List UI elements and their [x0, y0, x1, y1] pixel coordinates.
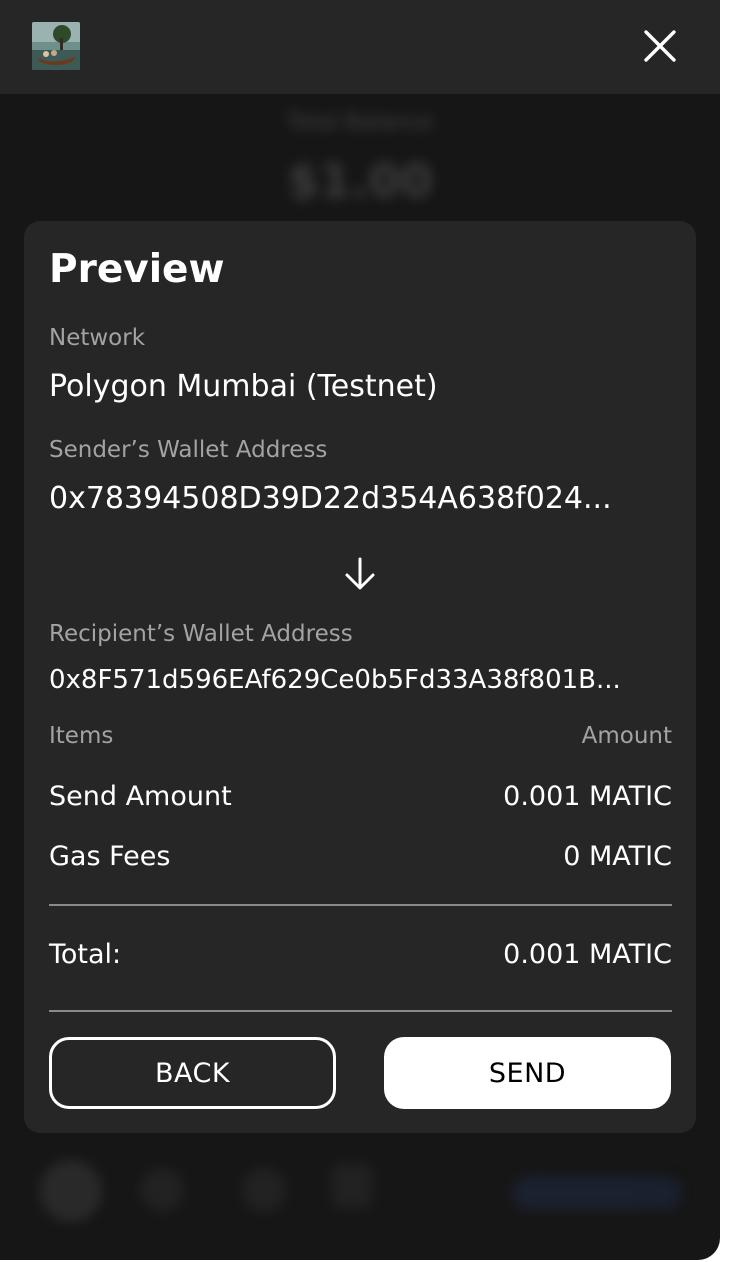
dock-nav-icon	[332, 1164, 372, 1208]
network-value: Polygon Mumbai (Testnet)	[49, 369, 438, 404]
divider	[49, 1010, 672, 1012]
amount-header: Amount	[581, 723, 672, 749]
sender-address-value: 0x78394508D39D22d354A638f024...	[49, 481, 612, 516]
sender-address-label: Sender’s Wallet Address	[49, 437, 328, 463]
back-button[interactable]: BACK	[49, 1037, 336, 1109]
arrow-down-icon	[345, 557, 375, 590]
item-label: Send Amount	[49, 781, 232, 812]
item-label: Gas Fees	[49, 841, 171, 872]
recipient-address-value: 0x8F571d596EAf629Ce0b5Fd33A38f801B...	[49, 665, 621, 695]
avatar[interactable]	[32, 22, 80, 70]
preview-title: Preview	[49, 247, 225, 292]
balance-value: $1.00	[287, 154, 433, 208]
divider	[49, 904, 672, 906]
total-label: Total:	[49, 939, 122, 970]
preview-panel: Preview Network Polygon Mumbai (Testnet)…	[24, 221, 696, 1133]
bottom-dock	[32, 1154, 692, 1234]
balance-label: Total Balance	[286, 110, 434, 135]
dock-avatar-icon	[40, 1160, 102, 1222]
dock-nav-icon	[140, 1168, 184, 1212]
close-button[interactable]	[636, 22, 684, 70]
network-label: Network	[49, 325, 146, 351]
dock-network-pill	[512, 1176, 682, 1210]
recipient-address-label: Recipient’s Wallet Address	[49, 621, 353, 647]
table-row: Send Amount 0.001 MATIC	[49, 781, 672, 812]
item-amount: 0 MATIC	[563, 841, 672, 872]
items-header-row: Items Amount	[49, 723, 672, 749]
table-row: Gas Fees 0 MATIC	[49, 841, 672, 872]
close-icon	[644, 30, 676, 62]
total-value: 0.001 MATIC	[503, 939, 672, 970]
wallet-window: Total Balance $1.00 Preview Network Poly…	[0, 0, 720, 1260]
avatar-image	[32, 22, 80, 70]
send-button[interactable]: SEND	[384, 1037, 671, 1109]
top-bar	[0, 0, 720, 94]
item-amount: 0.001 MATIC	[503, 781, 672, 812]
dock-nav-icon	[242, 1168, 286, 1212]
total-row: Total: 0.001 MATIC	[49, 939, 672, 970]
items-header: Items	[49, 723, 114, 749]
